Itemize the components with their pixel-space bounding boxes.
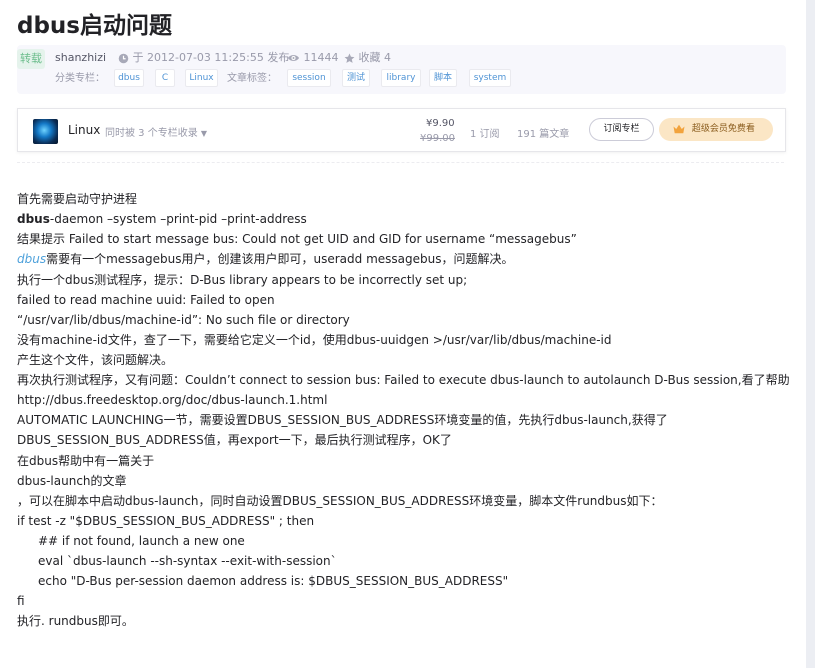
- content-text: 需要有一个messagebus用户，创建该用户即可，useradd messag…: [46, 252, 514, 266]
- content-line: failed to read machine uuid: Failed to o…: [17, 293, 275, 307]
- article-container: dbus启动问题 转载 shanzhizi 于 2012-07-03 11:25…: [0, 0, 794, 668]
- repost-badge: 转载: [17, 49, 45, 69]
- view-count-value: 11444: [303, 51, 339, 64]
- sidebar-scroll-strip: [806, 0, 815, 668]
- column-included-text: 同时被 3 个专栏收录: [105, 128, 198, 139]
- content-line: ，可以在脚本中启动dbus-launch，同时自动设置DBUS_SESSION_…: [17, 494, 663, 508]
- content-line: AUTOMATIC LAUNCHING一节，需要设置DBUS_SESSION_B…: [17, 413, 668, 427]
- code-line: fi: [17, 594, 25, 608]
- article-tag-test[interactable]: 测试: [342, 69, 370, 87]
- content-line: dbus需要有一个messagebus用户，创建该用户即可，useradd me…: [17, 249, 513, 269]
- content-line: 产生这个文件，该问题解决。: [17, 353, 174, 367]
- code-line: eval `dbus-launch --sh-syntax --exit-wit…: [38, 554, 337, 568]
- subscribe-column-button[interactable]: 订阅专栏: [589, 118, 654, 141]
- column-name[interactable]: Linux: [68, 123, 100, 137]
- publish-time: 于 2012-07-03 11:25:55 发布: [118, 50, 289, 66]
- dbus-keyword-link[interactable]: dbus: [17, 252, 46, 266]
- bold-keyword: dbus: [17, 212, 50, 226]
- content-line: 没有machine-id文件，查了一下，需要给它定义一个id，使用dbus-uu…: [17, 333, 612, 347]
- eye-icon: [287, 55, 300, 61]
- publish-date: 2012-07-03 11:25:55: [147, 51, 264, 64]
- star-icon: [344, 53, 355, 63]
- content-line: 再次执行测试程序，又有问题：Couldn’t connect to sessio…: [17, 373, 790, 387]
- column-subscribers: 1 订阅: [470, 129, 500, 140]
- crown-icon: [673, 124, 685, 133]
- article-title: dbus启动问题: [17, 13, 172, 39]
- article-tag-session[interactable]: session: [287, 69, 331, 87]
- category-tag-c[interactable]: C: [155, 69, 175, 87]
- vip-free-read-button[interactable]: 超级会员免费看: [659, 118, 773, 141]
- column-card-stack: [17, 152, 784, 163]
- content-text: -daemon –system –print-pid –print-addres…: [49, 212, 307, 226]
- content-line: dbus-daemon –system –print-pid –print-ad…: [17, 209, 307, 229]
- view-count: 11444: [287, 50, 339, 66]
- category-label: 分类专栏：: [55, 73, 105, 84]
- article-tag-system[interactable]: system: [469, 69, 511, 87]
- content-line: http://dbus.freedesktop.org/doc/dbus-lau…: [17, 393, 328, 407]
- code-line: ## if not found, launch a new one: [38, 534, 245, 548]
- vip-button-label: 超级会员免费看: [691, 124, 755, 134]
- column-included-dropdown[interactable]: 同时被 3 个专栏收录 ▼: [105, 124, 207, 139]
- category-tag-dbus[interactable]: dbus: [114, 69, 144, 87]
- column-price: ¥9.90: [426, 118, 455, 129]
- content-line: dbus-launch的文章: [17, 474, 127, 488]
- column-original-price: ¥99.00: [420, 133, 455, 144]
- content-line: 执行一个dbus测试程序，提示：D-Bus library appears to…: [17, 273, 468, 287]
- favorites-label: 收藏: [358, 51, 381, 64]
- content-line: DBUS_SESSION_BUS_ADDRESS值，再export一下，最后执行…: [17, 433, 452, 447]
- article-info-box: 转载 shanzhizi 于 2012-07-03 11:25:55 发布 11…: [17, 45, 786, 94]
- content-line: 首先需要启动守护进程: [17, 192, 138, 206]
- caret-down-icon: ▼: [200, 129, 208, 138]
- content-line: “/usr/var/lib/dbus/machine-id”: No such …: [17, 313, 350, 327]
- article-tag-script[interactable]: 脚本: [429, 69, 457, 87]
- content-line: 执行. rundbus即可。: [17, 614, 134, 628]
- content-line: 在dbus帮助中有一篇关于: [17, 454, 155, 468]
- content-line: 结果提示 Failed to start message bus: Could …: [17, 232, 577, 246]
- category-tag-linux[interactable]: Linux: [185, 69, 218, 87]
- code-line: if test -z "$DBUS_SESSION_BUS_ADDRESS" ;…: [17, 514, 315, 528]
- column-article-count: 191 篇文章: [517, 129, 570, 140]
- article-tag-library[interactable]: library: [381, 69, 421, 87]
- column-thumbnail[interactable]: [33, 119, 58, 144]
- clock-icon: [118, 53, 129, 63]
- column-card: Linux 同时被 3 个专栏收录 ▼ ¥9.90 ¥99.00 1 订阅 19…: [17, 108, 786, 152]
- code-line: echo "D-Bus per-session daemon address i…: [38, 574, 509, 588]
- favorite-button[interactable]: 收藏 4: [344, 50, 391, 66]
- publish-date-prefix: 于: [132, 51, 144, 64]
- tag-label: 文章标签：: [227, 73, 277, 84]
- author-link[interactable]: shanzhizi: [55, 50, 106, 66]
- favorites-count: 4: [384, 51, 391, 64]
